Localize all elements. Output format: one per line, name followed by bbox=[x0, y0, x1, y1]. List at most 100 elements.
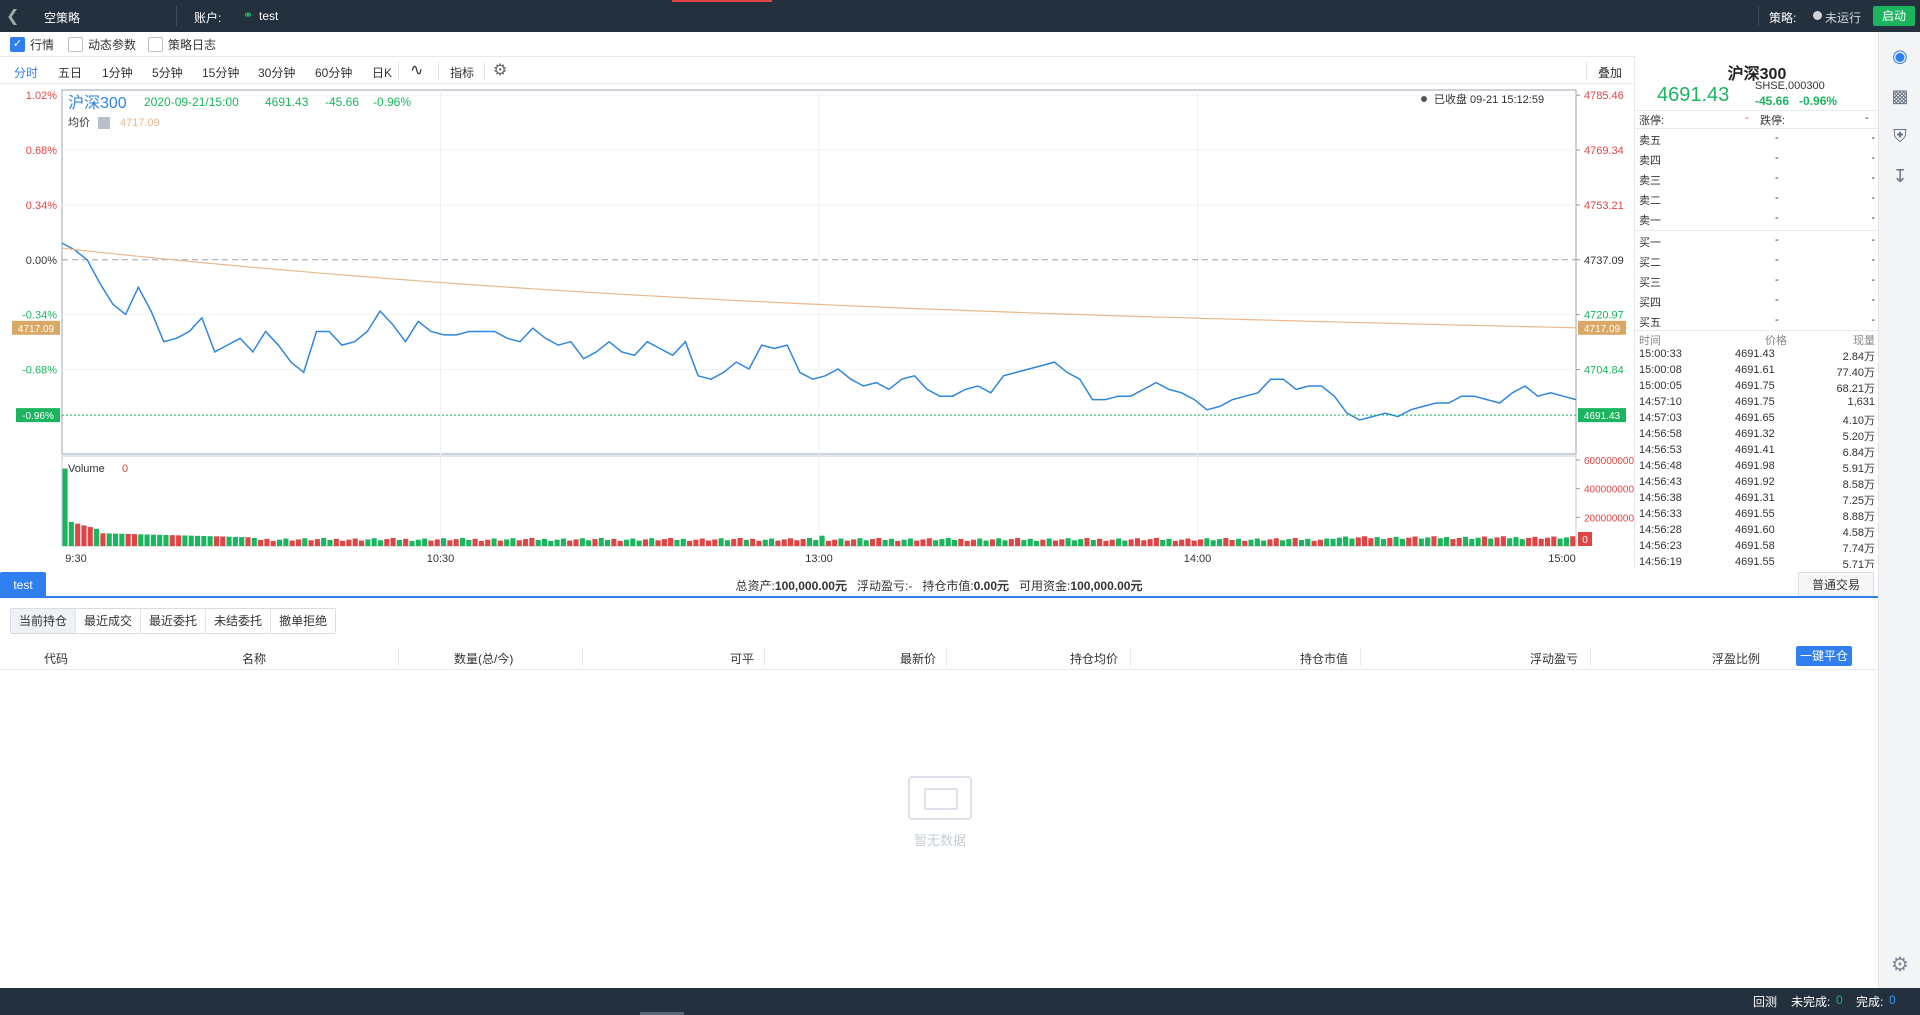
volume-bar bbox=[851, 539, 857, 546]
buy-level-row[interactable]: 买三 - - bbox=[1639, 274, 1875, 290]
period-60min[interactable]: 60分钟 bbox=[315, 64, 352, 81]
buy-level-row[interactable]: 买二 - - bbox=[1639, 254, 1875, 270]
checkbox-checked-icon[interactable]: ✓ bbox=[10, 37, 25, 52]
volume-bar bbox=[396, 539, 402, 546]
col-name[interactable]: 名称 bbox=[242, 650, 266, 667]
intraday-chart[interactable]: 1.02% 4785.46 0.68% 4769.34 0.34% 4753.21 0.00… bbox=[0, 84, 1634, 568]
volume-bar bbox=[157, 534, 163, 546]
overlay-button[interactable]: 叠加 bbox=[1598, 64, 1622, 81]
empty-state: 暂无数据 bbox=[880, 776, 1000, 849]
volume-bar bbox=[1040, 539, 1046, 546]
ticks-header-price: 价格 bbox=[1765, 335, 1787, 347]
run-status: 未运行 bbox=[1825, 11, 1862, 25]
period-5min[interactable]: 5分钟 bbox=[152, 64, 183, 81]
col-quantity[interactable]: 数量(总/今) bbox=[454, 650, 513, 667]
volume-bar bbox=[1122, 540, 1128, 546]
account-tab-test[interactable]: test bbox=[0, 572, 46, 598]
sell-level-row[interactable]: 卖三 - - bbox=[1639, 172, 1875, 188]
volume-bar bbox=[586, 540, 592, 546]
left-tick-label: 1.02% bbox=[26, 90, 57, 102]
checkbox-icon[interactable] bbox=[68, 37, 83, 52]
volume-bar bbox=[964, 540, 970, 546]
volume-bar bbox=[718, 538, 724, 546]
tick-volume: 6.84万 bbox=[1842, 447, 1875, 459]
col-market-value[interactable]: 持仓市值 bbox=[1300, 650, 1348, 667]
col-last-price[interactable]: 最新价 bbox=[900, 650, 936, 667]
volume-bar bbox=[1355, 537, 1361, 546]
tab-cancel-rejects[interactable]: 撤单拒绝 bbox=[271, 609, 336, 633]
gear-icon[interactable]: ⚙ bbox=[1886, 952, 1914, 980]
volume-bar bbox=[1033, 540, 1040, 546]
buy-level-row[interactable]: 买一 - - bbox=[1639, 234, 1875, 250]
volume-bar bbox=[1437, 538, 1443, 546]
col-pnl-ratio[interactable]: 浮盈比例 bbox=[1712, 650, 1760, 667]
buy-level-row[interactable]: 买五 - - bbox=[1639, 314, 1875, 330]
market-eye-icon[interactable]: ◉ bbox=[1886, 42, 1914, 70]
sell-level-row[interactable]: 卖二 - - bbox=[1639, 192, 1875, 208]
period-1min[interactable]: 1分钟 bbox=[102, 64, 133, 81]
left-tick-label: 0.34% bbox=[26, 200, 57, 212]
volume-bar bbox=[989, 539, 995, 546]
tab-recent-orders[interactable]: 最近委托 bbox=[141, 609, 207, 633]
divider bbox=[1360, 648, 1361, 666]
sell-level-row[interactable]: 卖五 - - bbox=[1639, 132, 1875, 148]
volume-bar bbox=[1071, 540, 1077, 546]
volume-label: Volume bbox=[68, 463, 105, 475]
sell-level-row[interactable]: 卖一 - - bbox=[1639, 212, 1875, 228]
volume-bar bbox=[131, 534, 137, 546]
toggle-market[interactable]: ✓ 行情 bbox=[10, 36, 54, 53]
tick-price: 4691.75 bbox=[1735, 380, 1775, 392]
volume-bar bbox=[1229, 539, 1235, 546]
quote-change-value: -45.66 bbox=[1755, 94, 1790, 108]
toggle-strategy-log[interactable]: 策略日志 bbox=[148, 36, 216, 53]
indicator-button[interactable]: 指标 bbox=[450, 64, 474, 81]
volume-bar bbox=[573, 539, 579, 546]
tick-time: 14:56:53 bbox=[1639, 444, 1682, 456]
volume-bar bbox=[302, 538, 308, 546]
checkbox-icon[interactable] bbox=[148, 37, 163, 52]
volume-tick-label: 400000000 bbox=[1584, 485, 1634, 496]
volume-bar bbox=[1115, 538, 1122, 546]
volume-bar bbox=[1254, 538, 1260, 546]
volume-bar bbox=[649, 538, 655, 546]
buy-level-row[interactable]: 买四 - - bbox=[1639, 294, 1875, 310]
tab-open-orders[interactable]: 未结委托 bbox=[206, 609, 272, 633]
start-button[interactable]: 启动 bbox=[1873, 6, 1915, 26]
volume-bar bbox=[220, 536, 226, 546]
period-5day[interactable]: 五日 bbox=[58, 64, 82, 81]
volume-bar bbox=[377, 540, 384, 546]
chart-area[interactable]: 1.02% 4785.46 0.68% 4769.34 0.34% 4753.21 0.00… bbox=[0, 84, 1634, 568]
account-name[interactable]: test bbox=[259, 9, 278, 23]
line-style-icon[interactable]: ∿ bbox=[410, 60, 423, 80]
shield-icon[interactable]: ⛨ bbox=[1886, 122, 1914, 150]
toggle-dynamic-params[interactable]: 动态参数 bbox=[68, 36, 136, 53]
level-price: - bbox=[1775, 254, 1779, 266]
tab-recent-trades[interactable]: 最近成交 bbox=[76, 609, 142, 633]
period-daily[interactable]: 日K bbox=[372, 64, 392, 81]
volume-bar bbox=[491, 538, 497, 546]
tick-volume: 2.84万 bbox=[1842, 351, 1875, 363]
back-icon[interactable]: ❮ bbox=[6, 6, 19, 26]
settings-icon[interactable]: ⚙ bbox=[493, 60, 507, 80]
close-all-button[interactable]: 一键平仓 bbox=[1796, 646, 1852, 666]
volume-bar bbox=[523, 539, 529, 546]
col-avg-cost[interactable]: 持仓均价 bbox=[1070, 650, 1118, 667]
volume-bar bbox=[1235, 538, 1241, 546]
tab-current-positions[interactable]: 当前持仓 bbox=[11, 609, 77, 633]
tick-time: 15:00:33 bbox=[1639, 348, 1682, 360]
period-15min[interactable]: 15分钟 bbox=[202, 64, 239, 81]
col-closable[interactable]: 可平 bbox=[730, 650, 754, 667]
download-icon[interactable]: ↧ bbox=[1886, 162, 1914, 190]
volume-bar bbox=[81, 525, 87, 546]
sell-level-row[interactable]: 卖四 - - bbox=[1639, 152, 1875, 168]
tick-time: 14:57:10 bbox=[1639, 396, 1682, 408]
volume-last-tag-text: 0 bbox=[1582, 535, 1588, 546]
normal-trade-button[interactable]: 普通交易 bbox=[1798, 572, 1874, 596]
assets-icon[interactable]: ▩ bbox=[1886, 82, 1914, 110]
backtest-label: 回测 bbox=[1753, 995, 1778, 1009]
col-float-pnl[interactable]: 浮动盈亏 bbox=[1530, 650, 1578, 667]
period-intraday[interactable]: 分时 bbox=[14, 64, 38, 81]
col-code[interactable]: 代码 bbox=[44, 650, 68, 667]
period-30min[interactable]: 30分钟 bbox=[258, 64, 295, 81]
volume-bar bbox=[516, 540, 522, 546]
